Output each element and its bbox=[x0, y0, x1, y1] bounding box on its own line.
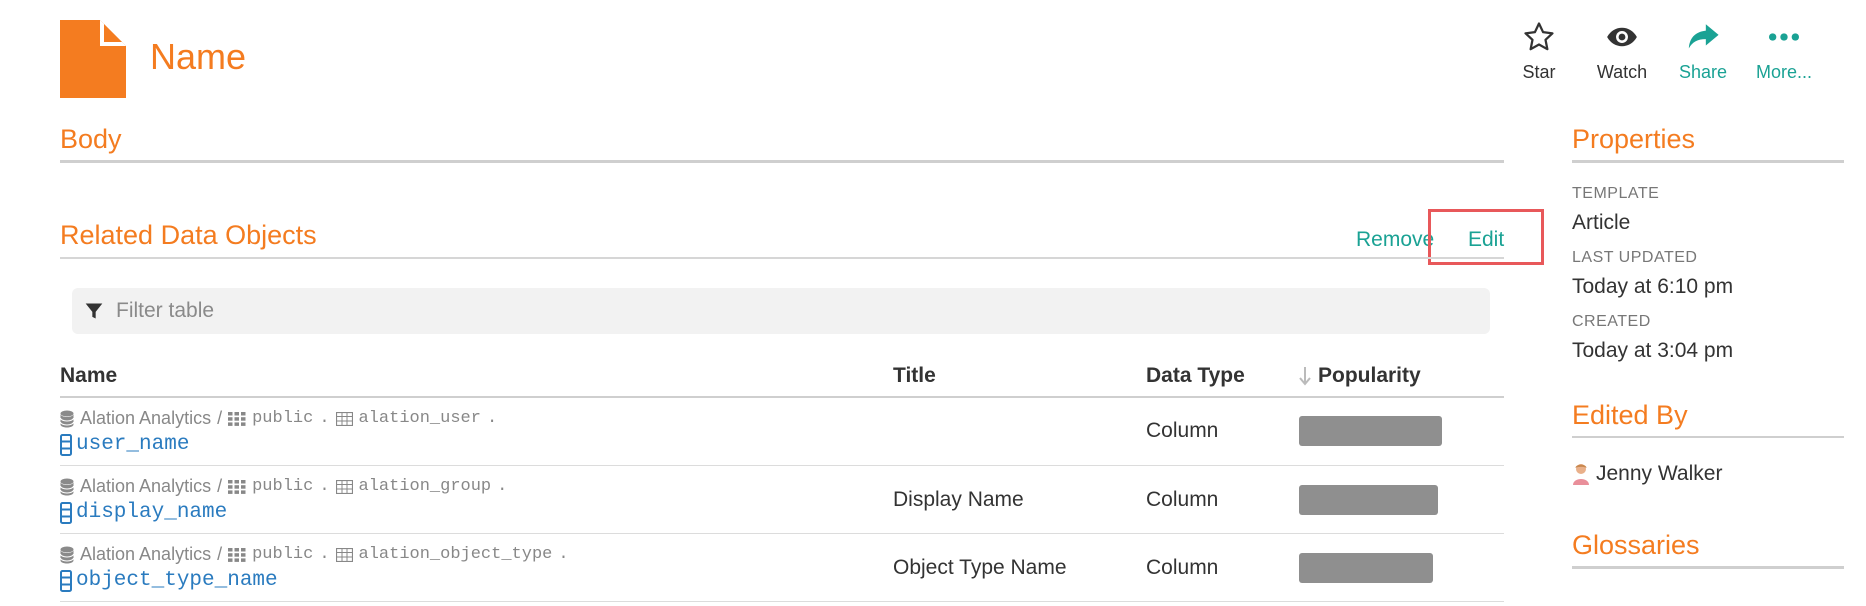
column-name: user_name bbox=[76, 433, 190, 456]
more-label: More... bbox=[1755, 62, 1812, 82]
header-divider bbox=[60, 396, 1504, 398]
related-data-objects-heading: Related Data Objects bbox=[60, 220, 317, 250]
table-link[interactable]: alation_object_type bbox=[359, 545, 553, 564]
breadcrumb-dot: . bbox=[497, 477, 508, 496]
popularity-bar bbox=[1299, 416, 1442, 446]
column-name: display_name bbox=[76, 501, 228, 524]
filter-icon bbox=[85, 303, 103, 319]
column-name: object_type_name bbox=[76, 569, 278, 592]
breadcrumb-separator: / bbox=[217, 408, 223, 428]
template-label: TEMPLATE bbox=[1572, 185, 1660, 202]
popularity-header-label: Popularity bbox=[1318, 364, 1421, 387]
share-button[interactable]: Share bbox=[1663, 20, 1743, 83]
schema-icon bbox=[228, 547, 246, 562]
database-icon bbox=[60, 546, 74, 563]
table-link[interactable]: alation_group bbox=[359, 477, 492, 496]
edited-by-divider bbox=[1572, 436, 1844, 438]
datasource-link[interactable]: Alation Analytics bbox=[80, 544, 211, 565]
remove-button[interactable]: Remove bbox=[1356, 228, 1434, 252]
data-type-cell: Column bbox=[1146, 556, 1219, 579]
filter-bar bbox=[72, 288, 1490, 334]
star-button[interactable]: Star bbox=[1499, 20, 1579, 83]
database-icon bbox=[60, 410, 74, 427]
schema-link[interactable]: public bbox=[252, 409, 313, 428]
share-icon bbox=[1688, 24, 1719, 49]
column-header-popularity[interactable]: Popularity bbox=[1298, 364, 1421, 388]
title-cell: Object Type Name bbox=[893, 556, 1067, 579]
created-value: Today at 3:04 pm bbox=[1572, 339, 1734, 362]
popularity-bar bbox=[1299, 485, 1438, 515]
column-header-data-type[interactable]: Data Type bbox=[1146, 364, 1245, 388]
watch-button[interactable]: Watch bbox=[1582, 20, 1662, 83]
popularity-bar bbox=[1299, 553, 1433, 583]
breadcrumb-dot: . bbox=[319, 545, 330, 564]
title-cell: Display Name bbox=[893, 488, 1024, 511]
more-button[interactable]: More... bbox=[1744, 20, 1824, 83]
related-divider bbox=[60, 257, 1504, 259]
column-object-link[interactable]: display_name bbox=[60, 501, 227, 524]
row-divider bbox=[60, 465, 1504, 466]
star-label: Star bbox=[1522, 62, 1556, 82]
more-icon bbox=[1768, 33, 1800, 41]
schema-link[interactable]: public bbox=[252, 545, 313, 564]
table-icon bbox=[335, 547, 353, 562]
editor-entry[interactable]: Jenny Walker bbox=[1572, 462, 1722, 486]
breadcrumb-dot: . bbox=[558, 545, 569, 564]
breadcrumb: Alation Analytics / public . alation_use… bbox=[60, 408, 497, 429]
body-heading: Body bbox=[60, 124, 122, 154]
column-object-link[interactable]: user_name bbox=[60, 433, 189, 456]
share-label: Share bbox=[1678, 62, 1728, 82]
column-object-link[interactable]: object_type_name bbox=[60, 569, 278, 592]
row-divider bbox=[60, 533, 1504, 534]
properties-heading: Properties bbox=[1572, 124, 1696, 154]
schema-link[interactable]: public bbox=[252, 477, 313, 496]
column-icon bbox=[60, 501, 72, 524]
properties-divider bbox=[1572, 160, 1844, 163]
data-type-cell: Column bbox=[1146, 419, 1219, 442]
table-icon bbox=[335, 479, 353, 494]
watch-label: Watch bbox=[1596, 62, 1648, 82]
glossaries-divider bbox=[1572, 566, 1844, 569]
data-type-cell: Column bbox=[1146, 488, 1219, 511]
glossaries-heading: Glossaries bbox=[1572, 530, 1700, 560]
edited-by-heading: Edited By bbox=[1572, 400, 1688, 430]
table-icon bbox=[335, 411, 353, 426]
schema-icon bbox=[228, 479, 246, 494]
breadcrumb-separator: / bbox=[217, 544, 223, 564]
column-icon bbox=[60, 433, 72, 456]
body-divider bbox=[60, 160, 1504, 163]
last-updated-value: Today at 6:10 pm bbox=[1572, 275, 1734, 298]
datasource-link[interactable]: Alation Analytics bbox=[80, 408, 211, 429]
datasource-link[interactable]: Alation Analytics bbox=[80, 476, 211, 497]
column-header-name[interactable]: Name bbox=[60, 364, 117, 388]
star-icon bbox=[1524, 22, 1554, 51]
filter-input[interactable] bbox=[112, 288, 1480, 334]
article-document-icon bbox=[60, 20, 126, 98]
breadcrumb: Alation Analytics / public . alation_gro… bbox=[60, 476, 507, 497]
breadcrumb-separator: / bbox=[217, 476, 223, 496]
database-icon bbox=[60, 478, 74, 495]
breadcrumb-dot: . bbox=[319, 477, 330, 496]
template-value: Article bbox=[1572, 211, 1631, 234]
breadcrumb: Alation Analytics / public . alation_obj… bbox=[60, 544, 569, 565]
breadcrumb-dot: . bbox=[486, 409, 498, 428]
avatar bbox=[1573, 464, 1589, 485]
page-title: Name bbox=[150, 36, 247, 77]
row-divider bbox=[60, 601, 1504, 602]
column-icon bbox=[60, 569, 72, 592]
column-header-title[interactable]: Title bbox=[893, 364, 936, 388]
last-updated-label: LAST UPDATED bbox=[1572, 249, 1698, 266]
created-label: CREATED bbox=[1572, 313, 1651, 330]
table-link[interactable]: alation_user bbox=[359, 409, 481, 428]
editor-name: Jenny Walker bbox=[1596, 462, 1723, 485]
sort-down-arrow-icon bbox=[1299, 367, 1311, 386]
eye-icon bbox=[1607, 27, 1637, 47]
schema-icon bbox=[228, 411, 246, 426]
breadcrumb-dot: . bbox=[319, 409, 330, 428]
